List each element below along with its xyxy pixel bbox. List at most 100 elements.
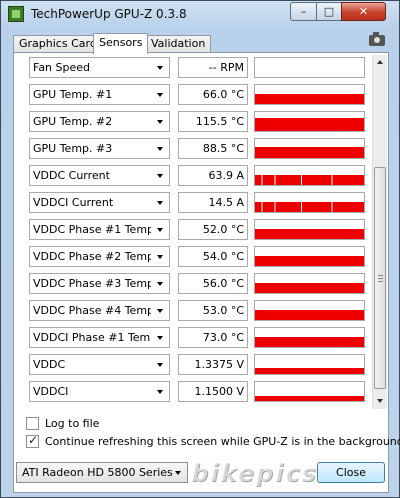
sensor-name: VDDC — [33, 358, 66, 371]
sensor-name: GPU Temp. #2 — [33, 115, 113, 128]
chevron-down-icon — [157, 363, 163, 367]
sensor-graph — [254, 57, 365, 78]
sensor-name-dropdown[interactable]: VDDCI — [29, 381, 170, 402]
gpu-select-value: ATI Radeon HD 5800 Series — [22, 466, 173, 479]
chevron-down-icon — [157, 336, 163, 340]
sensor-scrollbar[interactable] — [372, 55, 387, 409]
maximize-button[interactable]: □ — [316, 2, 342, 21]
log-to-file-checkbox[interactable] — [26, 417, 39, 430]
sensor-name-dropdown[interactable]: GPU Temp. #2 — [29, 111, 170, 132]
close-button[interactable]: Close — [317, 462, 385, 483]
tab-validation[interactable]: Validation — [145, 35, 212, 53]
chevron-down-icon — [157, 147, 163, 151]
chevron-down-icon — [157, 309, 163, 313]
chevron-down-icon — [175, 471, 181, 475]
sensor-value: 52.0 °C — [178, 219, 248, 240]
continue-refreshing-label: Continue refreshing this screen while GP… — [45, 435, 400, 448]
tab-graphics-card[interactable]: Graphics Card — [13, 35, 103, 53]
gpu-select-dropdown[interactable]: ATI Radeon HD 5800 Series — [16, 462, 188, 483]
sensor-graph-fill — [255, 118, 364, 131]
sensor-name-dropdown[interactable]: Fan Speed — [29, 57, 170, 78]
sensor-graph-fill — [255, 202, 364, 212]
chevron-down-icon — [157, 120, 163, 124]
sensor-row: VDDCI Phase #1 Temperature 73.0 °C — [22, 325, 370, 352]
sensor-value: 54.0 °C — [178, 246, 248, 267]
sensor-graph — [254, 138, 365, 159]
title-bar[interactable]: TechPowerUp GPU-Z 0.3.8 – □ ✕ — [1, 1, 399, 29]
sensor-name: VDDCI Current — [33, 196, 114, 209]
scroll-down-arrow-icon[interactable] — [373, 394, 387, 409]
continue-refreshing-checkbox[interactable] — [26, 433, 39, 448]
sensor-name: VDDCI — [33, 385, 69, 398]
chevron-down-icon — [157, 390, 163, 394]
sensor-graph — [254, 327, 365, 348]
sensor-row: VDDC Phase #1 Temperature 52.0 °C — [22, 217, 370, 244]
sensor-value: 115.5 °C — [178, 111, 248, 132]
chevron-down-icon — [157, 201, 163, 205]
sensor-name: VDDCI Phase #1 Temperature — [33, 331, 151, 344]
window-title: TechPowerUp GPU-Z 0.3.8 — [31, 7, 187, 21]
chevron-down-icon — [157, 93, 163, 97]
chevron-down-icon — [157, 66, 163, 70]
sensor-graph — [254, 381, 365, 402]
minimize-button[interactable]: – — [290, 2, 317, 21]
sensor-name-dropdown[interactable]: GPU Temp. #1 — [29, 84, 170, 105]
log-to-file-label: Log to file — [45, 417, 100, 430]
sensor-graph — [254, 192, 365, 213]
sensor-name-dropdown[interactable]: VDDCI Current — [29, 192, 170, 213]
scroll-up-arrow-icon[interactable] — [373, 55, 387, 70]
sensor-value: 14.5 A — [178, 192, 248, 213]
sensor-graph — [254, 246, 365, 267]
sensor-name-dropdown[interactable]: VDDC Phase #1 Temperature — [29, 219, 170, 240]
grip-icon — [378, 275, 383, 282]
scroll-thumb[interactable] — [374, 167, 386, 389]
sensor-row: Fan Speed -- RPM — [22, 55, 370, 82]
sensor-graph-fill — [255, 175, 364, 185]
sensor-row: VDDC 1.3375 V — [22, 352, 370, 379]
sensor-graph-fill — [255, 94, 364, 104]
sensor-graph-fill — [255, 310, 364, 320]
screenshot-camera-icon[interactable] — [369, 32, 385, 46]
sensor-name-dropdown[interactable]: VDDC Phase #4 Temperature — [29, 300, 170, 321]
sensor-value: 73.0 °C — [178, 327, 248, 348]
sensor-name-dropdown[interactable]: VDDCI Phase #1 Temperature — [29, 327, 170, 348]
sensor-name-dropdown[interactable]: VDDC Phase #2 Temperature — [29, 246, 170, 267]
tab-sensors[interactable]: Sensors — [93, 33, 149, 54]
sensor-name-dropdown[interactable]: VDDC Phase #3 Temperature — [29, 273, 170, 294]
sensor-name-dropdown[interactable]: VDDC — [29, 354, 170, 375]
sensor-graph-fill — [255, 368, 364, 374]
sensor-graph-fill — [255, 283, 364, 293]
chevron-down-icon — [157, 282, 163, 286]
sensor-graph — [254, 84, 365, 105]
sensor-row: GPU Temp. #1 66.0 °C — [22, 82, 370, 109]
sensor-name: VDDC Phase #1 Temperature — [33, 223, 151, 236]
sensor-name: VDDC Phase #2 Temperature — [33, 250, 151, 263]
sensor-row: VDDCI Current 14.5 A — [22, 190, 370, 217]
sensor-graph — [254, 354, 365, 375]
sensor-graph-fill — [255, 337, 364, 347]
sensor-row: VDDCI 1.1500 V — [22, 379, 370, 406]
sensor-graph-fill — [255, 229, 364, 239]
sensor-row: GPU Temp. #2 115.5 °C — [22, 109, 370, 136]
sensor-graph — [254, 300, 365, 321]
sensor-row: VDDC Phase #3 Temperature 56.0 °C — [22, 271, 370, 298]
watermark-logo: bikepics — [191, 459, 318, 487]
sensor-value: -- RPM — [178, 57, 248, 78]
sensor-name-dropdown[interactable]: GPU Temp. #3 — [29, 138, 170, 159]
sensor-row: GPU Temp. #3 88.5 °C — [22, 136, 370, 163]
chevron-down-icon — [157, 228, 163, 232]
sensor-row: VDDC Current 63.9 A — [22, 163, 370, 190]
sensor-graph — [254, 165, 365, 186]
sensor-name-dropdown[interactable]: VDDC Current — [29, 165, 170, 186]
sensor-graph-fill — [255, 147, 364, 158]
footer: ATI Radeon HD 5800 Series bikepics Close — [1, 457, 399, 493]
chevron-down-icon — [157, 255, 163, 259]
sensor-name: GPU Temp. #3 — [33, 142, 113, 155]
gpuz-window: TechPowerUp GPU-Z 0.3.8 – □ ✕ Graphics C… — [0, 0, 400, 498]
sensor-graph-fill — [255, 396, 364, 401]
close-window-button[interactable]: ✕ — [341, 2, 386, 21]
sensor-list: Fan Speed -- RPM GPU Temp. #1 66.0 °C GPU Te… — [22, 55, 370, 411]
sensor-value: 1.3375 V — [178, 354, 248, 375]
sensor-graph — [254, 273, 365, 294]
sensor-graph — [254, 111, 365, 132]
